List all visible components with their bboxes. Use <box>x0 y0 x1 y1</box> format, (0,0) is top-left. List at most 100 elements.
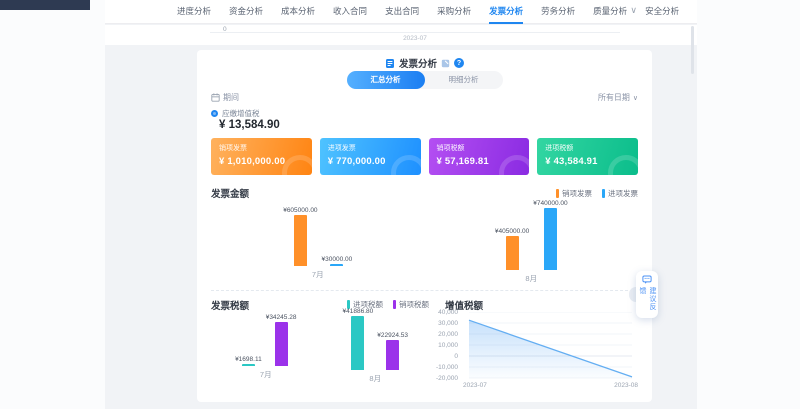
tab-收入合同[interactable]: 收入合同 <box>333 0 367 24</box>
view-toggle: 汇总分析明细分析 <box>347 71 503 89</box>
tab-质量分析[interactable]: 质量分析 <box>593 0 627 24</box>
period-filter[interactable]: 期间 <box>211 92 239 103</box>
bar-销项税额: ¥22924.53 <box>377 332 408 370</box>
bar-group-8月: ¥41886.80¥22924.538月 <box>321 308 431 380</box>
remnant-axis-line <box>210 32 620 33</box>
edit-icon[interactable] <box>441 59 450 68</box>
bar-rect[interactable] <box>242 364 255 366</box>
x-axis-label: 7月 <box>260 369 272 380</box>
bars: ¥605000.00 ¥30000.00 <box>283 200 352 266</box>
x-axis-label-start: 2023-07 <box>463 382 487 389</box>
toggle-row: 汇总分析明细分析 <box>197 71 652 89</box>
legend-marker <box>556 189 559 198</box>
help-icon[interactable]: ? <box>454 58 464 68</box>
bars: ¥41886.80 ¥22924.53 <box>343 308 408 370</box>
bar-销项发票: ¥605000.00 <box>283 207 317 266</box>
invoice-analysis-card: 发票分析 ? 汇总分析明细分析 期间 <box>197 50 652 402</box>
date-filter-value: 所有日期 <box>598 92 630 103</box>
toggle-汇总分析[interactable]: 汇总分析 <box>347 71 425 89</box>
bar-rect[interactable] <box>294 215 307 266</box>
bar-rect[interactable] <box>330 264 343 267</box>
tab-采购分析[interactable]: 采购分析 <box>437 0 471 24</box>
date-filter-dropdown[interactable]: 所有日期 ∨ <box>598 92 638 103</box>
section-divider <box>211 290 638 291</box>
bar-销项税额: ¥34245.28 <box>266 314 297 366</box>
y-axis-tick: 20,000 <box>424 331 458 338</box>
tab-成本分析[interactable]: 成本分析 <box>281 0 315 24</box>
stat-card-进项发票: 进项发票¥ 770,000.00 <box>320 138 421 175</box>
chevron-down-icon[interactable]: ∨ <box>630 5 637 16</box>
filter-row: 期间 所有日期 ∨ <box>211 92 638 103</box>
bar-rect[interactable] <box>275 322 288 366</box>
bar-value-label: ¥41886.80 <box>343 308 374 315</box>
scrollbar[interactable] <box>691 26 694 74</box>
main-column: 进度分析资金分析成本分析收入合同支出合同采购分析发票分析劳务分析质量分析安全分析… <box>105 0 697 409</box>
invoice-amount-chart: ¥605000.00 ¥30000.00 7月 ¥405000.00 ¥740000.0… <box>211 200 638 280</box>
vat-payable-label: 应缴增值税 <box>222 108 260 119</box>
stat-card-进项税额: 进项税额¥ 43,584.91 <box>537 138 638 175</box>
bar-rect[interactable] <box>351 316 364 370</box>
stat-card-label: 进项发票 <box>328 143 413 153</box>
bar-rect[interactable] <box>506 236 519 270</box>
feedback-collapse-handle[interactable] <box>629 287 636 302</box>
y-axis-tick: 40,000 <box>424 309 458 316</box>
bar-进项税额: ¥41886.80 <box>343 308 374 370</box>
tab-支出合同[interactable]: 支出合同 <box>385 0 419 24</box>
legend-label: 销项发票 <box>562 188 592 199</box>
toggle-明细分析[interactable]: 明细分析 <box>425 71 503 89</box>
page-title: 发票分析 <box>399 56 437 70</box>
x-axis-label: 8月 <box>525 273 537 284</box>
y-axis-tick: 0 <box>424 353 458 360</box>
bar-group-7月: ¥1698.11 ¥34245.28 7月 <box>211 308 321 380</box>
bar-rect[interactable] <box>544 208 557 270</box>
page: 进度分析资金分析成本分析收入合同支出合同采购分析发票分析劳务分析质量分析安全分析… <box>0 0 800 409</box>
bar-value-label: ¥605000.00 <box>283 207 317 214</box>
tab-进度分析[interactable]: 进度分析 <box>177 0 211 24</box>
y-axis-tick: -20,000 <box>424 375 458 382</box>
bar-value-label: ¥405000.00 <box>495 228 529 235</box>
bar-进项发票: ¥30000.00 <box>322 256 353 267</box>
tab-发票分析[interactable]: 发票分析 <box>489 0 523 24</box>
bar-rect[interactable] <box>386 340 399 370</box>
vat-payable-value: ¥ 13,584.90 <box>219 119 280 131</box>
document-icon <box>385 58 395 69</box>
remnant-x-label: 2023-07 <box>210 35 620 42</box>
x-axis-label: 8月 <box>369 373 381 384</box>
bar-进项发票: ¥740000.00 <box>533 200 567 270</box>
vat-amount-chart: 40,00030,00020,00010,0000-10,000-20,0002… <box>437 308 638 392</box>
bar-进项税额: ¥1698.11 <box>235 356 262 366</box>
feedback-widget[interactable]: 建议反馈 <box>636 271 658 318</box>
legend-item-进项发票[interactable]: 进项发票 <box>602 188 638 199</box>
tab-安全分析[interactable]: 安全分析 <box>645 0 679 24</box>
scrolled-chart-remnant: 0 2023-07 <box>105 25 697 45</box>
invoice-amount-header: 发票金额 销项发票进项发票 <box>211 186 638 200</box>
stat-card-label: 进项税额 <box>545 143 630 153</box>
feedback-label: 建议反馈 <box>637 287 657 318</box>
y-axis-tick: -10,000 <box>424 364 458 371</box>
tab-资金分析[interactable]: 资金分析 <box>229 0 263 24</box>
tab-bar: 进度分析资金分析成本分析收入合同支出合同采购分析发票分析劳务分析质量分析安全分析 <box>105 0 697 24</box>
stat-cards-row: 销项发票¥ 1,010,000.00进项发票¥ 770,000.00销项税额¥ … <box>211 138 638 175</box>
stat-card-label: 销项税额 <box>437 143 522 153</box>
y-axis-tick: 10,000 <box>424 342 458 349</box>
summary-label-row: 应缴增值税 <box>211 108 260 119</box>
bar-value-label: ¥30000.00 <box>322 256 353 263</box>
bars: ¥405000.00 ¥740000.00 <box>495 200 568 270</box>
y-axis-tick: 30,000 <box>424 320 458 327</box>
invoice-amount-title: 发票金额 <box>211 186 249 200</box>
vat-line-plot <box>467 312 634 380</box>
legend-item-销项发票[interactable]: 销项发票 <box>556 188 592 199</box>
bar-group-8月: ¥405000.00¥740000.008月 <box>425 200 639 280</box>
card-title-row: 发票分析 ? <box>197 56 652 70</box>
bar-value-label: ¥740000.00 <box>533 200 567 207</box>
tab-劳务分析[interactable]: 劳务分析 <box>541 0 575 24</box>
stat-card-销项税额: 销项税额¥ 57,169.81 <box>429 138 530 175</box>
x-axis-label-end: 2023-08 <box>614 382 638 389</box>
chevron-down-icon: ∨ <box>633 94 638 102</box>
x-axis-label: 7月 <box>312 269 324 280</box>
bars: ¥1698.11 ¥34245.28 <box>235 308 296 366</box>
invoice-amount-legend: 销项发票进项发票 <box>556 188 638 199</box>
bar-group-7月: ¥605000.00 ¥30000.00 7月 <box>211 200 425 280</box>
legend-marker <box>602 189 605 198</box>
period-label: 期间 <box>223 92 239 103</box>
